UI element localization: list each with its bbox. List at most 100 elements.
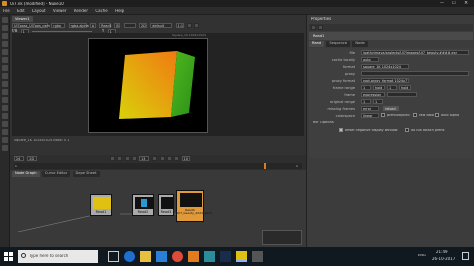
task-view-icon[interactable] [108,251,119,262]
proxy-field[interactable] [361,71,469,76]
file-field[interactable]: /pathy/maya/projects/UI7images/UI7_beaut… [361,50,469,55]
furnace-tool-icon[interactable] [1,129,8,135]
media-player-icon[interactable] [188,251,199,262]
cache-locally-dropdown[interactable]: auto [361,57,379,62]
clock-date[interactable]: 26-10-2017 [432,257,455,261]
format-dropdown[interactable]: square_1K 1024x1024 [361,64,409,69]
original-range-start[interactable]: 1 [361,99,371,104]
frame-range-start[interactable]: 1 [361,85,371,90]
node-graph-panel[interactable]: Node Graph Curve Editor Dope Sheet Read1… [10,170,306,247]
node-name-field[interactable]: Read1 [313,34,324,38]
3d-tool-icon[interactable] [1,89,8,95]
tab-node[interactable]: Node [352,41,368,47]
tab-sequence[interactable]: Sequence [326,41,351,47]
close-button[interactable]: × [464,1,468,6]
app-icon-extra[interactable] [252,251,263,262]
view-mode-dropdown[interactable]: 2D [138,23,147,28]
frame-expression-field[interactable] [387,92,417,97]
proxy-dropdown[interactable]: 1:1 [175,23,184,28]
missing-frames-dropdown[interactable]: error [361,106,379,111]
fps-field[interactable]: 24 [14,156,24,161]
other-tool-icon[interactable] [1,121,8,127]
notifications-icon[interactable] [462,252,469,260]
nuke-icon[interactable] [236,251,247,262]
channel-tool-icon[interactable] [1,41,8,47]
navigator-minimap[interactable] [262,230,302,245]
menu-layout[interactable]: Layout [32,9,46,13]
deep-tool-icon[interactable] [1,145,8,151]
layer-dropdown[interactable]: UI7pass_UI7pas_cam [12,23,50,28]
frame-mode-dropdown[interactable]: expression [361,92,385,97]
gain-slider[interactable] [32,31,92,32]
input-a-node-dropdown[interactable]: Read1 [99,23,112,28]
next-frame-button[interactable] [159,156,165,161]
time-tool-icon[interactable] [1,33,8,39]
read-node-2[interactable]: Read2 [132,194,154,216]
tray-lang[interactable]: ENG [418,254,426,258]
offset-negative-checkbox[interactable] [339,128,343,132]
photoshop-icon[interactable] [220,251,231,262]
input-a-dropdown[interactable]: A [89,23,96,28]
clip-warning-button[interactable] [194,23,200,28]
lock-panel-button[interactable] [318,25,323,30]
current-frame-field[interactable]: 13 [139,156,150,161]
menu-viewer[interactable]: Viewer [53,9,67,13]
clock-time[interactable]: 21:49 [436,250,448,254]
tab-viewer1[interactable]: Viewer1 [12,16,33,22]
play-forward-button[interactable] [152,156,158,161]
chrome-icon[interactable] [172,251,183,262]
play-backward-button[interactable] [131,156,137,161]
prev-keyframe-button[interactable] [117,156,123,161]
frame-range-after[interactable]: hold [399,85,411,90]
menu-file[interactable]: File [3,9,10,13]
timecode-dropdown[interactable]: 2D [27,156,38,161]
read-node-4-selected[interactable]: Read4 UI7_beauty_2021_abcd [176,190,212,222]
tab-read[interactable]: Read [309,41,325,47]
keyer-tool-icon[interactable] [1,65,8,71]
start-button[interactable] [3,251,14,262]
do-not-attach-checkbox[interactable] [405,128,409,132]
lut-dropdown[interactable]: default [150,23,173,28]
skip-field[interactable]: 10 [181,156,190,161]
views-tool-icon[interactable] [1,97,8,103]
maximize-button[interactable]: ☐ [452,1,456,5]
read-node-1[interactable]: Read1 [90,194,112,216]
merge-tool-icon[interactable] [1,73,8,79]
menu-edit[interactable]: Edit [17,9,25,13]
roi-button[interactable] [186,23,192,28]
reload-button[interactable]: reload [383,106,399,111]
original-range-end[interactable]: 1 [373,99,383,104]
last-frame-button[interactable] [174,156,180,161]
filter-tool-icon[interactable] [1,57,8,63]
frame-range-before[interactable]: hold [373,85,385,90]
auto-alpha-checkbox[interactable] [435,113,439,117]
image-tool-icon[interactable] [1,17,8,23]
input-b-dropdown[interactable]: B [114,23,121,28]
search-box[interactable]: Type here to search [18,250,98,263]
particles-tool-icon[interactable] [1,137,8,143]
read-node-3[interactable]: Read3 [158,194,174,216]
alpha-dropdown[interactable]: rgba.alpha [68,23,89,28]
menu-render[interactable]: Render [74,9,88,13]
menu-help[interactable]: Help [115,9,124,13]
prev-frame-button[interactable] [124,156,130,161]
input-b-node-dropdown[interactable] [123,23,136,28]
timeline-bar[interactable]: 1 1 [14,163,302,169]
file-explorer-icon[interactable] [140,251,151,262]
toolsets-icon[interactable] [1,113,8,119]
maya-icon[interactable] [204,251,215,262]
premultiplied-checkbox[interactable] [381,113,385,117]
timeline-playhead[interactable] [264,163,266,169]
frame-range-end[interactable]: 1 [387,85,397,90]
raw-data-checkbox[interactable] [413,113,417,117]
channel-dropdown[interactable]: rgba [51,23,66,28]
store-icon[interactable] [156,251,167,262]
first-frame-button[interactable] [110,156,115,161]
next-keyframe-button[interactable] [166,156,172,161]
edge-icon[interactable] [124,251,135,262]
minimize-button[interactable]: — [440,1,444,5]
metadata-tool-icon[interactable] [1,105,8,111]
color-tool-icon[interactable] [1,49,8,55]
image-frame[interactable] [88,38,208,133]
draw-tool-icon[interactable] [1,25,8,31]
